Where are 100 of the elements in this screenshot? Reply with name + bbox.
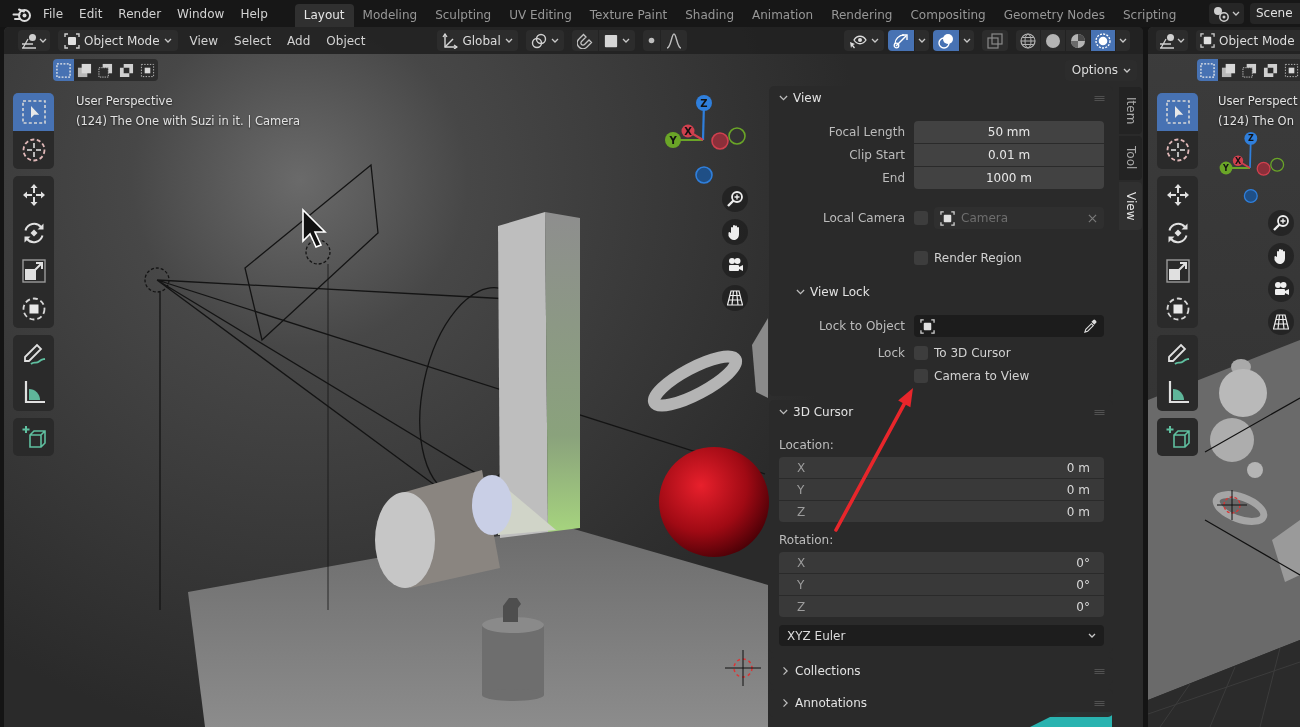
- workspace-tab[interactable]: Shading: [676, 4, 743, 27]
- workspace-tab[interactable]: Compositing: [901, 4, 995, 27]
- drag-handle-icon[interactable]: [1094, 700, 1105, 706]
- number-field[interactable]: Z 0 m: [779, 501, 1104, 522]
- menu-item[interactable]: Render: [110, 2, 170, 25]
- negative-axis-handle[interactable]: [1270, 157, 1285, 172]
- number-field[interactable]: 50 mm: [914, 121, 1104, 143]
- mode-dropdown[interactable]: Object Mode: [58, 30, 178, 51]
- negative-axis-handle[interactable]: [728, 127, 746, 145]
- number-field[interactable]: Y 0 m: [779, 479, 1104, 500]
- drag-handle-icon[interactable]: [1094, 95, 1105, 101]
- editor-type-button[interactable]: [18, 30, 50, 51]
- proportional-toggle[interactable]: [642, 30, 660, 51]
- annotate-tool[interactable]: [13, 335, 54, 373]
- move-tool[interactable]: [13, 176, 54, 214]
- transform-tool[interactable]: [1157, 290, 1198, 328]
- workspace-tab[interactable]: Geometry Nodes: [994, 4, 1114, 27]
- falloff-dropdown[interactable]: [660, 30, 687, 51]
- camera-view-button[interactable]: [1268, 276, 1294, 302]
- cursor-tool[interactable]: [13, 131, 54, 169]
- shading-button[interactable]: [1066, 30, 1090, 51]
- drag-handle-icon[interactable]: [1094, 409, 1105, 415]
- number-field[interactable]: Z 0°: [779, 596, 1104, 617]
- add-cube-tool[interactable]: [13, 418, 54, 456]
- pan-button[interactable]: [722, 219, 748, 245]
- workspace-tab[interactable]: UV Editing: [500, 4, 581, 27]
- select-mode-button[interactable]: [1239, 59, 1260, 81]
- select-mode-button[interactable]: [116, 59, 137, 81]
- dropdown-button[interactable]: [915, 30, 929, 51]
- dropdown-button[interactable]: [1116, 30, 1130, 51]
- sidebar-tab[interactable]: Item: [1119, 87, 1142, 135]
- ortho-toggle-button[interactable]: [1268, 309, 1294, 335]
- workspace-tab[interactable]: Animation: [743, 4, 823, 27]
- workspace-tab[interactable]: Modeling: [353, 4, 427, 27]
- editor-type-button[interactable]: [1156, 30, 1188, 51]
- workspace-tab[interactable]: Scripting: [1113, 4, 1186, 27]
- sidebar-tab[interactable]: Tool: [1119, 136, 1142, 180]
- zoom-button[interactable]: [722, 186, 748, 212]
- overlay-toggle[interactable]: [933, 30, 959, 51]
- rotation-mode-dropdown[interactable]: XYZ Euler: [779, 625, 1104, 646]
- measure-tool[interactable]: [13, 373, 54, 411]
- select-mode-button[interactable]: [1281, 59, 1300, 81]
- scene-type-button[interactable]: [1209, 3, 1244, 24]
- menu-item[interactable]: Select: [226, 33, 280, 48]
- menu-item[interactable]: Edit: [71, 2, 111, 25]
- panel-header[interactable]: Collections: [769, 657, 1113, 685]
- select-mode-button[interactable]: [137, 59, 158, 81]
- menu-item[interactable]: View: [181, 33, 227, 48]
- dropdown-button[interactable]: [960, 30, 974, 51]
- ortho-toggle-button[interactable]: [722, 285, 748, 311]
- pivot-dropdown[interactable]: [525, 30, 564, 51]
- shading-button[interactable]: [1016, 30, 1040, 51]
- sidebar-tab[interactable]: View: [1119, 181, 1142, 231]
- shading-button[interactable]: [1091, 30, 1115, 51]
- axis-handle[interactable]: X: [1232, 155, 1251, 169]
- negative-axis-handle[interactable]: [1256, 161, 1271, 176]
- panel-header[interactable]: View: [769, 86, 1113, 110]
- select-mode-button[interactable]: [1260, 59, 1281, 81]
- menu-item[interactable]: Add: [279, 33, 319, 48]
- panel-header[interactable]: 3D Cursor: [769, 400, 1113, 424]
- workspace-tab[interactable]: Layout: [294, 4, 354, 27]
- number-field[interactable]: 0.01 m: [914, 144, 1104, 166]
- camera-view-button[interactable]: [722, 252, 748, 278]
- panel-header[interactable]: Annotations: [769, 689, 1113, 717]
- pan-button[interactable]: [1268, 243, 1294, 269]
- subpanel-header[interactable]: View Lock: [769, 281, 1104, 303]
- select-box-tool[interactable]: [13, 93, 54, 131]
- menu-item[interactable]: Help: [232, 2, 276, 25]
- visibility-dropdown[interactable]: [844, 30, 884, 51]
- menu-item[interactable]: File: [35, 2, 72, 25]
- axis-handle[interactable]: Z: [1244, 132, 1258, 169]
- measure-tool[interactable]: [1157, 373, 1198, 411]
- cursor-tool[interactable]: [1157, 131, 1198, 169]
- negative-axis-handle[interactable]: [711, 132, 729, 150]
- select-box-tool[interactable]: [1157, 93, 1198, 131]
- workspace-tab[interactable]: Texture Paint: [580, 4, 677, 27]
- xray-toggle[interactable]: [982, 30, 1008, 51]
- zoom-button[interactable]: [1268, 210, 1294, 236]
- gizmo-toggle[interactable]: [888, 30, 914, 51]
- menu-item[interactable]: Window: [169, 2, 233, 25]
- mode-dropdown[interactable]: Object Mode: [1196, 30, 1300, 51]
- number-field[interactable]: 1000 m: [914, 167, 1104, 189]
- eyedropper-icon[interactable]: [1083, 318, 1098, 334]
- negative-axis-handle[interactable]: [1243, 188, 1258, 204]
- negative-axis-handle[interactable]: [695, 166, 713, 184]
- number-field[interactable]: X 0 m: [779, 457, 1104, 478]
- select-mode-button[interactable]: [1218, 59, 1239, 81]
- snap-toggle[interactable]: [571, 30, 598, 51]
- select-mode-button[interactable]: [95, 59, 116, 81]
- object-field[interactable]: [914, 315, 1104, 337]
- add-cube-tool[interactable]: [1157, 418, 1198, 456]
- number-field[interactable]: Y 0°: [779, 574, 1104, 595]
- workspace-tab[interactable]: Rendering: [822, 4, 902, 27]
- workspace-tab[interactable]: Sculpting: [426, 4, 501, 27]
- transform-tool[interactable]: [13, 290, 54, 328]
- scene-field[interactable]: Scene: [1250, 3, 1300, 24]
- orientation-dropdown[interactable]: Global: [437, 30, 518, 51]
- move-tool[interactable]: [1157, 176, 1198, 214]
- annotate-tool[interactable]: [1157, 335, 1198, 373]
- drag-handle-icon[interactable]: [1094, 668, 1105, 674]
